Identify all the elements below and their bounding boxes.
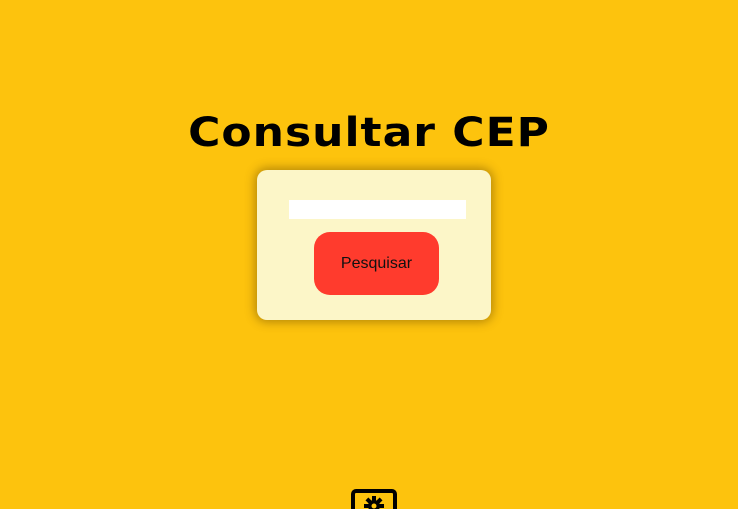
page: Consultar CEP Pesquisar xyxy=(0,0,738,509)
gear-icon xyxy=(364,496,384,509)
cep-input[interactable] xyxy=(289,200,466,219)
search-button[interactable]: Pesquisar xyxy=(314,232,439,295)
page-title: Consultar CEP xyxy=(188,109,550,156)
search-card: Pesquisar xyxy=(257,170,491,320)
settings-button[interactable] xyxy=(351,489,397,509)
